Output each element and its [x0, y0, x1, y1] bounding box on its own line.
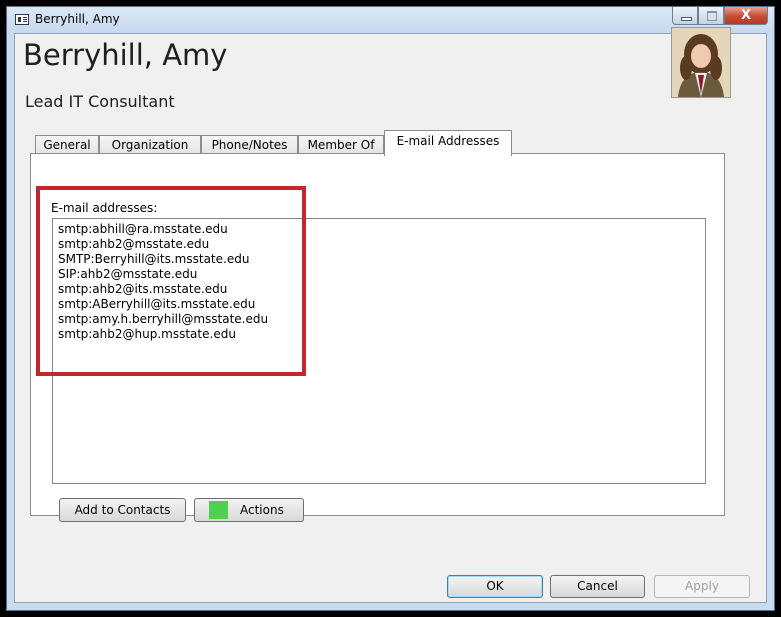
list-item[interactable]: SMTP:Berryhill@its.msstate.edu [58, 252, 700, 267]
list-item[interactable]: smtp:ahb2@its.msstate.edu [58, 282, 700, 297]
minimize-button[interactable] [672, 7, 698, 25]
close-icon: X [740, 8, 752, 23]
add-to-contacts-button[interactable]: Add to Contacts [59, 498, 186, 522]
contact-name: Berryhill, Amy [23, 38, 228, 72]
list-item[interactable]: smtp:ABerryhill@its.msstate.edu [58, 297, 700, 312]
tab-member-of[interactable]: Member Of [298, 135, 384, 154]
list-item[interactable]: SIP:ahb2@msstate.edu [58, 267, 700, 282]
list-item[interactable]: smtp:amy.h.berryhill@msstate.edu [58, 312, 700, 327]
email-addresses-list[interactable]: smtp:abhill@ra.msstate.edu smtp:ahb2@mss… [52, 218, 706, 484]
title-bar[interactable]: Berryhill, Amy X [7, 7, 774, 33]
ok-button[interactable]: OK [447, 575, 543, 598]
contact-photo [671, 27, 731, 98]
actions-button[interactable]: Actions [194, 498, 304, 522]
person-photo-icon [672, 28, 730, 97]
tab-email-addresses[interactable]: E-mail Addresses [384, 130, 512, 156]
job-title: Lead IT Consultant [25, 92, 175, 111]
close-button[interactable]: X [724, 7, 768, 25]
cancel-button[interactable]: Cancel [550, 575, 645, 598]
list-item[interactable]: smtp:ahb2@msstate.edu [58, 237, 700, 252]
actions-color-swatch [209, 501, 228, 519]
window-title: Berryhill, Amy [35, 12, 120, 26]
list-item[interactable]: smtp:ahb2@hup.msstate.edu [58, 327, 700, 342]
tab-organization[interactable]: Organization [99, 135, 201, 154]
apply-button[interactable]: Apply [654, 575, 750, 598]
list-item[interactable]: smtp:abhill@ra.msstate.edu [58, 222, 700, 237]
window-controls: X [672, 7, 768, 27]
contact-card-icon [15, 14, 29, 25]
actions-label: Actions [240, 503, 284, 517]
tab-phone-notes[interactable]: Phone/Notes [201, 135, 298, 154]
email-addresses-label: E-mail addresses: [51, 201, 158, 215]
maximize-button[interactable] [698, 7, 724, 25]
tab-general[interactable]: General [35, 135, 99, 154]
